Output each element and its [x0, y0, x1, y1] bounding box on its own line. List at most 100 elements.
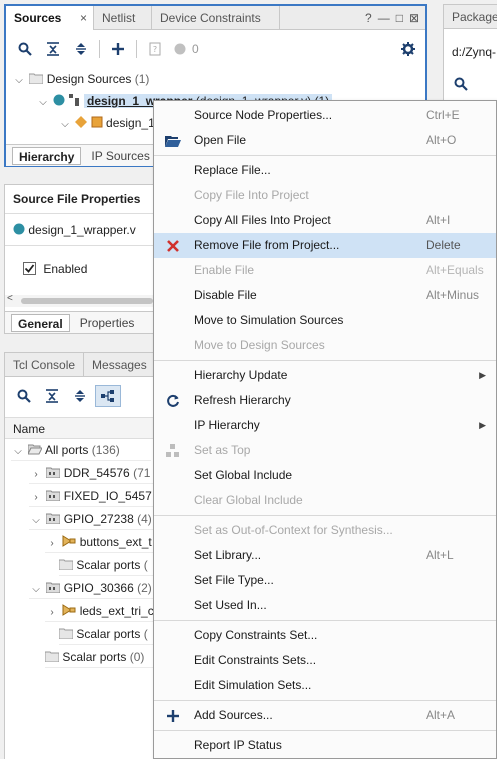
menu-item-source-node-properties[interactable]: Source Node Properties... Ctrl+E	[154, 103, 496, 128]
tree-fixed-io[interactable]: › FIXED_IO_5457	[29, 485, 153, 507]
menu-item-copy-file-into-project[interactable]: Copy File Into Project	[154, 183, 496, 208]
tree-gpio-27238[interactable]: ⌵ GPIO_27238 (4)	[29, 508, 153, 530]
menu-item-replace-file[interactable]: Replace File...	[154, 158, 496, 183]
menu-item-move-to-simulation[interactable]: Move to Simulation Sources	[154, 308, 496, 333]
menu-item-hierarchy-update[interactable]: Hierarchy Update ▶	[154, 363, 496, 388]
menu-item-set-library[interactable]: Set Library... Alt+L	[154, 543, 496, 568]
chevron-down-icon[interactable]: ⌵	[11, 441, 25, 463]
search-icon[interactable]	[454, 77, 468, 94]
tab-netlist[interactable]: Netlist	[94, 6, 152, 30]
compile-order-icon[interactable]: ?	[142, 38, 168, 60]
chevron-down-icon[interactable]: ⌵	[12, 70, 26, 92]
chevron-down-icon[interactable]: ⌵	[29, 579, 43, 601]
tree-buttons-ext[interactable]: › buttons_ext_t	[45, 531, 155, 553]
properties-divider	[5, 245, 154, 246]
enabled-row[interactable]: Enabled	[23, 262, 87, 276]
menu-item-add-sources[interactable]: Add Sources... Alt+A	[154, 703, 496, 728]
horizontal-scrollbar[interactable]: <	[5, 293, 154, 307]
menu-separator	[154, 155, 496, 156]
ports-tree: ⌵ All ports (136) › DDR_54576 (71 › FIXE…	[5, 439, 155, 759]
chevron-down-icon[interactable]: ⌵	[29, 510, 43, 532]
menu-item-ip-hierarchy[interactable]: IP Hierarchy ▶	[154, 413, 496, 438]
tree-all-ports[interactable]: ⌵ All ports (136)	[11, 439, 151, 461]
tree-leds-ext[interactable]: › leds_ext_tri_c	[45, 600, 155, 622]
chevron-right-icon[interactable]: ›	[29, 487, 43, 509]
tree-scalar-ports[interactable]: Scalar ports (	[58, 554, 155, 576]
chevron-down-icon[interactable]: ⌵	[36, 92, 50, 114]
menu-item-set-as-top[interactable]: Set as Top	[154, 438, 496, 463]
group-by-icon[interactable]	[95, 385, 121, 407]
status-dot-icon	[13, 223, 25, 235]
chevron-right-icon[interactable]: ›	[45, 533, 59, 555]
chevron-right-icon[interactable]: ›	[45, 602, 59, 624]
close-tab-icon[interactable]: ×	[80, 6, 87, 30]
remove-x-icon	[164, 237, 182, 255]
expand-all-icon[interactable]	[67, 385, 93, 407]
minimize-icon[interactable]: —	[378, 11, 390, 25]
enabled-checkbox[interactable]	[23, 262, 36, 275]
menu-item-refresh-hierarchy[interactable]: Refresh Hierarchy	[154, 388, 496, 413]
settings-gear-icon[interactable]	[395, 38, 421, 60]
tab-sources[interactable]: Sources ×	[6, 6, 94, 30]
tab-device-constraints[interactable]: Device Constraints	[152, 6, 280, 30]
bus-folder-icon	[45, 467, 61, 479]
menu-item-open-file[interactable]: Open File Alt+O	[154, 128, 496, 153]
checkmark-icon	[24, 264, 35, 273]
menu-item-copy-all-files[interactable]: Copy All Files Into Project Alt+I	[154, 208, 496, 233]
menu-item-set-used-in[interactable]: Set Used In...	[154, 593, 496, 618]
chevron-right-icon[interactable]: ›	[29, 464, 43, 486]
tree-scalar-ports-root[interactable]: Scalar ports (0)	[44, 646, 155, 668]
menu-item-set-out-of-context[interactable]: Set as Out-of-Context for Synthesis...	[154, 518, 496, 543]
tree-scalar-ports[interactable]: Scalar ports (	[58, 623, 155, 645]
tree-design-sources[interactable]: ⌵ Design Sources (1)	[12, 68, 149, 90]
search-icon[interactable]	[12, 38, 38, 60]
menu-item-move-to-design[interactable]: Move to Design Sources	[154, 333, 496, 358]
chevron-down-icon[interactable]: ⌵	[58, 114, 72, 136]
menu-item-edit-constraints-sets[interactable]: Edit Constraints Sets...	[154, 648, 496, 673]
tree-gpio-30366[interactable]: ⌵ GPIO_30366 (2)	[29, 577, 153, 599]
tab-general[interactable]: General	[11, 313, 70, 332]
tab-ip-sources[interactable]: IP Sources	[85, 147, 155, 165]
tab-hierarchy[interactable]: Hierarchy	[12, 146, 82, 165]
menu-item-remove-file[interactable]: Remove File from Project... Delete	[154, 233, 496, 258]
maximize-icon[interactable]: □	[396, 11, 403, 25]
menu-separator	[154, 730, 496, 731]
toolbar-divider	[136, 40, 137, 58]
menu-item-set-file-type[interactable]: Set File Type...	[154, 568, 496, 593]
ports-column-header[interactable]: Name	[5, 417, 154, 439]
menu-item-disable-file[interactable]: Disable File Alt+Minus	[154, 283, 496, 308]
folder-icon	[28, 73, 44, 85]
properties-bottom-tabs: General Properties	[5, 311, 154, 333]
interface-port-icon	[62, 604, 76, 616]
tree-ddr[interactable]: › DDR_54576 (71	[29, 462, 153, 484]
tab-package[interactable]: Package	[444, 5, 497, 29]
help-icon[interactable]: ?	[365, 11, 372, 25]
expand-all-icon[interactable]	[68, 38, 94, 60]
float-icon[interactable]: ⊠	[409, 11, 419, 25]
status-dot-icon[interactable]: 0	[170, 38, 210, 60]
collapse-all-icon[interactable]	[40, 38, 66, 60]
menu-item-edit-simulation-sets[interactable]: Edit Simulation Sets...	[154, 673, 496, 698]
package-path: d:/Zynq-	[452, 45, 497, 59]
add-icon[interactable]	[105, 38, 131, 60]
tab-properties[interactable]: Properties	[74, 314, 141, 332]
tree-design-1[interactable]: ⌵ design_1	[58, 112, 155, 134]
menu-item-clear-global-include[interactable]: Clear Global Include	[154, 488, 496, 513]
menu-item-set-global-include[interactable]: Set Global Include	[154, 463, 496, 488]
menu-item-report-ip-status[interactable]: Report IP Status	[154, 733, 496, 758]
block-square-icon	[91, 116, 103, 128]
tab-messages[interactable]: Messages	[84, 353, 155, 377]
folder-icon	[58, 559, 74, 571]
tab-tcl-console[interactable]: Tcl Console	[5, 353, 85, 377]
menu-item-copy-constraints-set[interactable]: Copy Constraints Set...	[154, 623, 496, 648]
scrollbar-thumb[interactable]	[21, 298, 153, 304]
scroll-left-icon[interactable]: <	[7, 293, 13, 304]
sources-tabbar: Sources × Netlist Device Constraints ? —…	[6, 6, 425, 30]
properties-divider	[5, 213, 154, 214]
package-tabbar: Package	[444, 5, 497, 29]
menu-item-enable-file[interactable]: Enable File Alt+Equals	[154, 258, 496, 283]
collapse-all-icon[interactable]	[39, 385, 65, 407]
block-design-icon	[75, 116, 88, 128]
search-icon[interactable]	[11, 385, 37, 407]
properties-panel: Source File Properties design_1_wrapper.…	[4, 184, 154, 334]
